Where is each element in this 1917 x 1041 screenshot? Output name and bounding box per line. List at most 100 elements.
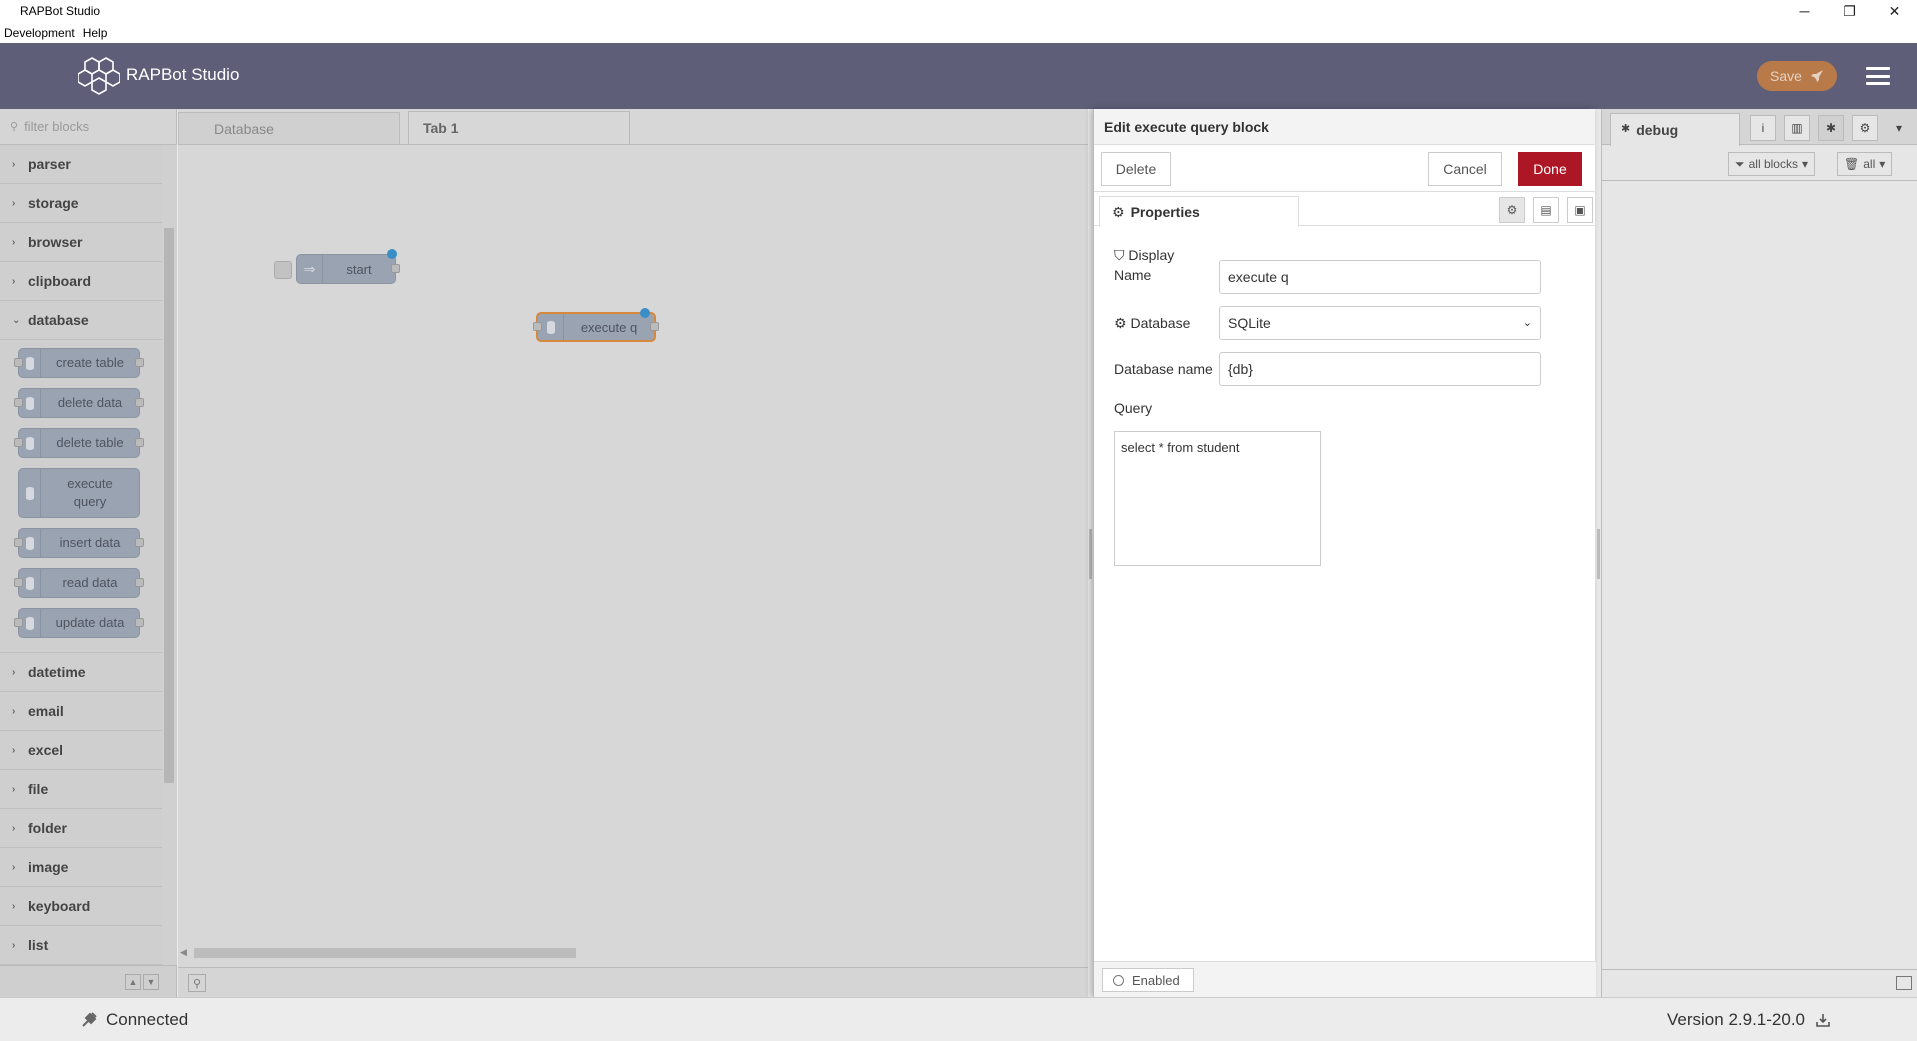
block-label: delete table — [56, 435, 124, 450]
version-info: Version 2.9.1-20.0 — [1667, 1010, 1831, 1030]
status-bar: Connected Version 2.9.1-20.0 — [0, 997, 1917, 1041]
display-name-input[interactable]: execute q — [1219, 260, 1541, 294]
tray-footer: Enabled — [1094, 961, 1596, 997]
version-label: Version 2.9.1-20.0 — [1667, 1010, 1805, 1029]
tab-debug[interactable]: ✱ debug — [1610, 113, 1740, 146]
book-icon[interactable]: ▥ — [1784, 115, 1810, 141]
category-clipboard[interactable]: › clipboard — [0, 262, 162, 301]
clear-button[interactable]: 🗑 all ▾ — [1837, 152, 1893, 176]
category-label: folder — [28, 820, 67, 836]
tab-properties[interactable]: ⚙ Properties — [1099, 196, 1299, 227]
chevron-right-icon: › — [12, 705, 16, 717]
node-label: start — [346, 261, 372, 277]
restore-icon[interactable]: ❐ — [1827, 0, 1872, 22]
appearance-icon[interactable]: ▣ — [1567, 197, 1593, 223]
enabled-label: Enabled — [1132, 972, 1180, 988]
logo-icon — [78, 57, 120, 95]
category-label: browser — [28, 234, 83, 250]
collapse-up-icon[interactable]: ▲ — [125, 973, 141, 990]
category-database[interactable]: ⌄ database — [0, 301, 162, 340]
palette-block-update-data[interactable]: update data — [14, 608, 144, 638]
properties-form: ⛉ Display Name execute q ⚙ Database SQLi… — [1094, 226, 1596, 626]
query-textarea[interactable]: select * from student — [1114, 431, 1321, 566]
category-parser[interactable]: › parser — [0, 145, 162, 184]
palette-scrollbar[interactable] — [162, 145, 177, 965]
select-value: SQLite — [1228, 315, 1271, 331]
arrow-right-icon: ⇒ — [297, 255, 323, 283]
search-icon: ⚲ — [10, 121, 19, 133]
flow-canvas[interactable]: ⇒ start execute q — [178, 146, 1088, 961]
node-start[interactable]: ⇒ start — [296, 249, 400, 284]
collapse-down-icon[interactable]: ▼ — [143, 973, 159, 990]
chevron-right-icon: › — [12, 158, 16, 170]
category-label: file — [28, 781, 49, 797]
category-keyboard[interactable]: › keyboard — [0, 887, 162, 926]
menu-bar: Development Help — [0, 22, 1917, 43]
sidebar-resize-handle[interactable] — [1597, 529, 1600, 579]
tab-label: Properties — [1130, 204, 1200, 220]
block-label: read data — [62, 575, 118, 590]
database-name-input[interactable]: {db} — [1219, 352, 1541, 386]
changed-indicator — [387, 249, 397, 259]
filter-input[interactable]: filter blocks — [24, 119, 89, 134]
menu-development[interactable]: Development — [0, 22, 79, 43]
category-browser[interactable]: › browser — [0, 223, 162, 262]
category-email[interactable]: › email — [0, 692, 162, 731]
chevron-right-icon: › — [12, 939, 16, 951]
main-menu-icon[interactable] — [1866, 67, 1890, 85]
palette-footer: ▲ ▼ — [0, 965, 177, 997]
done-button[interactable]: Done — [1518, 152, 1582, 186]
palette-filter[interactable]: ⚲ filter blocks — [0, 109, 176, 145]
chevron-right-icon: › — [12, 197, 16, 209]
block-label: update data — [55, 615, 125, 630]
block-label: delete data — [57, 395, 123, 410]
database-icon — [19, 469, 41, 517]
resize-handle[interactable] — [1089, 529, 1092, 579]
minimize-icon[interactable]: ─ — [1782, 0, 1827, 22]
tab-tab1[interactable]: Tab 1 — [408, 111, 630, 144]
delete-button[interactable]: Delete — [1101, 152, 1171, 186]
category-list[interactable]: › list — [0, 926, 162, 965]
description-icon[interactable]: ▤ — [1533, 197, 1559, 223]
palette-block-delete-table[interactable]: delete table — [14, 428, 144, 458]
palette-block-read-data[interactable]: read data — [14, 568, 144, 598]
filter-button[interactable]: ⏷ all blocks ▾ — [1728, 152, 1815, 176]
search-icon[interactable]: ⚲ — [188, 974, 206, 992]
category-datetime[interactable]: › datetime — [0, 653, 162, 692]
category-folder[interactable]: › folder — [0, 809, 162, 848]
database-blocks: create table delete data delete table ex… — [0, 340, 162, 653]
workspace-hscrollbar[interactable]: ◀ — [178, 945, 1088, 961]
palette-categories: › parser › storage › browser › clipboard ⌄ da… — [0, 145, 162, 965]
menu-help[interactable]: Help — [79, 22, 112, 43]
filter-icon: ⏷ — [1735, 156, 1745, 171]
info-icon[interactable]: i — [1750, 115, 1776, 141]
chevron-down-icon: ⌄ — [1522, 317, 1532, 329]
category-excel[interactable]: › excel — [0, 731, 162, 770]
palette-block-create-table[interactable]: create table — [14, 348, 144, 378]
close-icon[interactable]: ✕ — [1872, 0, 1917, 22]
category-image[interactable]: › image — [0, 848, 162, 887]
download-icon[interactable] — [1815, 1012, 1831, 1028]
category-storage[interactable]: › storage — [0, 184, 162, 223]
database-select[interactable]: SQLite ⌄ — [1219, 306, 1541, 340]
category-file[interactable]: › file — [0, 770, 162, 809]
chevron-right-icon: › — [12, 275, 16, 287]
config-gear-icon[interactable]: ⚙ — [1852, 115, 1878, 141]
palette-block-delete-data[interactable]: delete data — [14, 388, 144, 418]
save-label: Save — [1770, 68, 1802, 84]
tab-database[interactable]: Database — [178, 112, 400, 144]
enabled-toggle[interactable]: Enabled — [1102, 968, 1194, 992]
debug-bug-icon[interactable]: ✱ — [1818, 115, 1844, 141]
chevron-down-icon[interactable]: ▾ — [1886, 115, 1912, 141]
inject-button[interactable] — [274, 261, 292, 279]
save-button[interactable]: Save — [1757, 61, 1837, 91]
palette-block-insert-data[interactable]: insert data — [14, 528, 144, 558]
node-execute-query[interactable]: execute q — [533, 308, 659, 342]
settings-gear-icon[interactable]: ⚙ — [1499, 197, 1525, 223]
window-title: RAPBot Studio — [20, 4, 101, 18]
cancel-button[interactable]: Cancel — [1428, 152, 1502, 186]
palette-block-execute-query[interactable]: execute query — [18, 468, 140, 518]
caret-down-icon: ▾ — [1879, 157, 1886, 171]
workspace-tabs: Database Tab 1 — [178, 109, 1088, 145]
popout-icon[interactable] — [1896, 976, 1912, 990]
